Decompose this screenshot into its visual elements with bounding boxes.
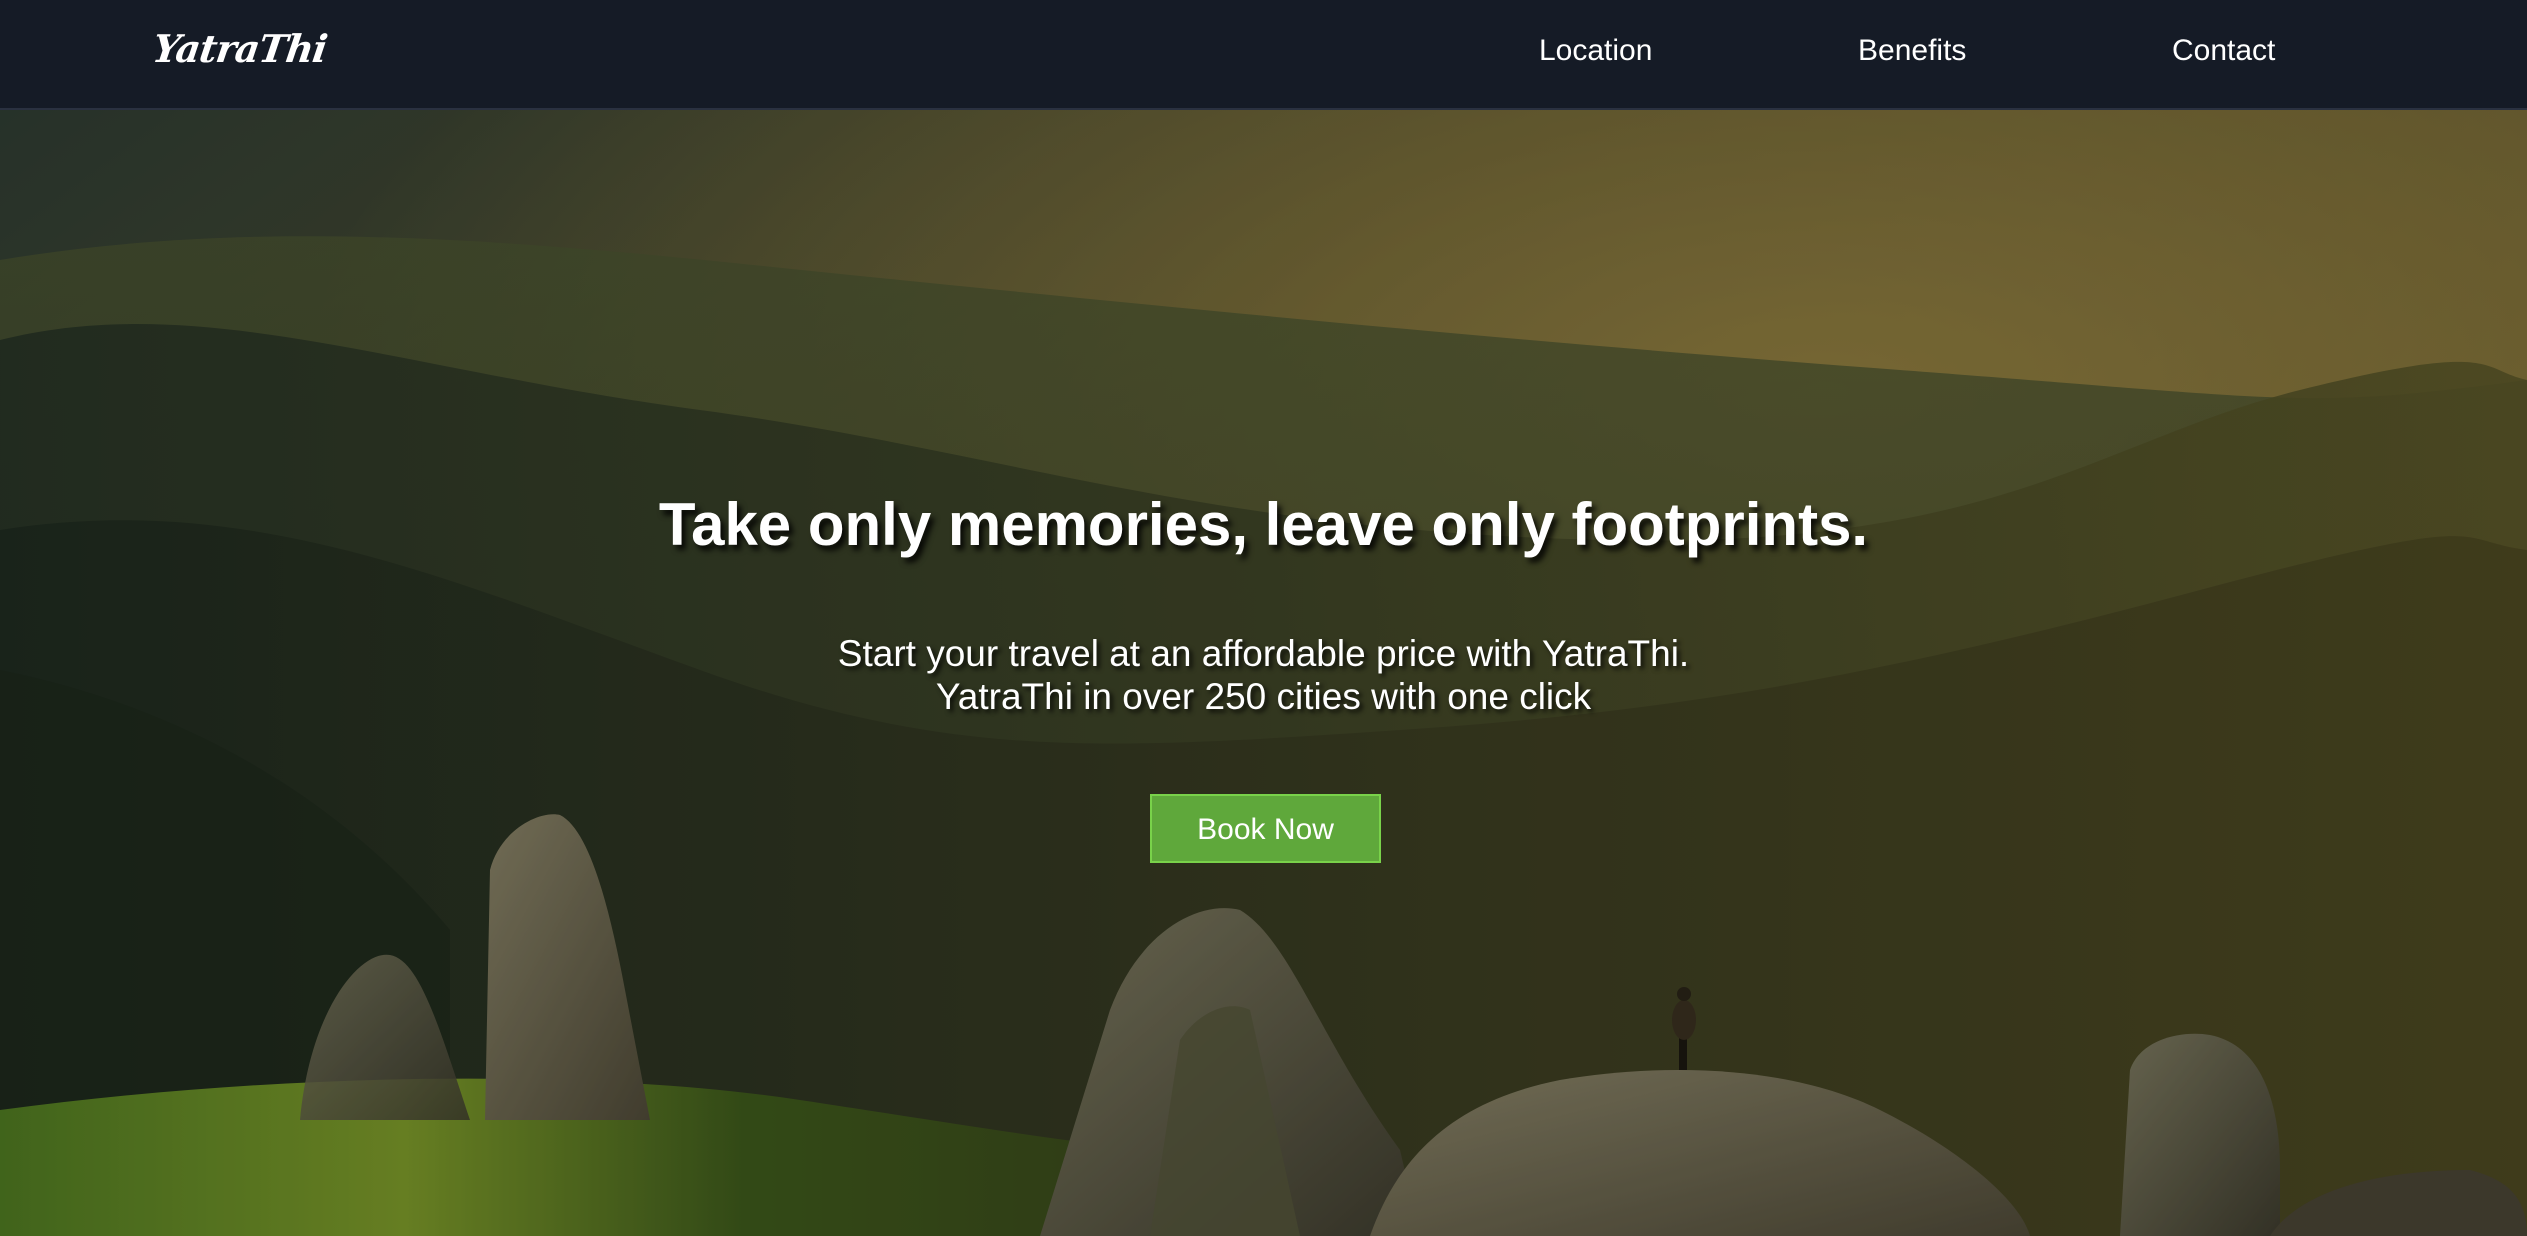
navbar: YatraThi Location Benefits Contact [0,0,2527,110]
nav-link-location[interactable]: Location [1539,34,1652,68]
book-now-button[interactable]: Book Now [1150,794,1381,863]
hero-subtitle: Start your travel at an affordable price… [0,632,2527,718]
site-logo[interactable]: YatraThi [150,26,330,71]
page: YatraThi Location Benefits Contact Take … [0,0,2527,1236]
nav-link-contact[interactable]: Contact [2172,34,2275,68]
hero-title: Take only memories, leave only footprint… [658,491,1869,558]
hero-subtitle-line-1: Start your travel at an affordable price… [837,633,1690,674]
nav-link-benefits[interactable]: Benefits [1858,34,1966,68]
hero-subtitle-line-2: YatraThi in over 250 cities with one cli… [935,676,1592,717]
hero-section: Take only memories, leave only footprint… [0,110,2527,1236]
